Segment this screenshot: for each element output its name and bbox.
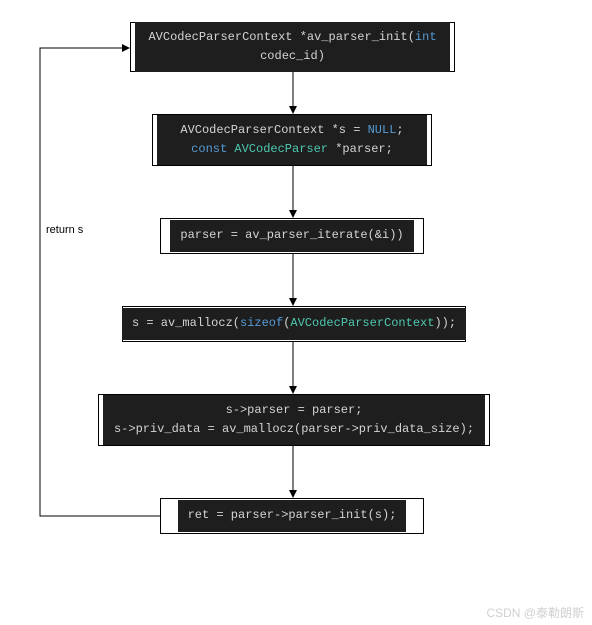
arrow-5-6 bbox=[287, 446, 299, 498]
node-code: s = av_mallocz(sizeof(AVCodecParserConte… bbox=[122, 308, 466, 339]
arrow-return-loop bbox=[30, 40, 166, 540]
node-code: AVCodecParserContext *av_parser_init(int… bbox=[135, 22, 450, 72]
code-text: AVCodecParserContext *av_parser_init( bbox=[148, 30, 414, 44]
type-avcodecparser: AVCodecParser bbox=[234, 142, 328, 156]
code-text: parser = av_parser_iterate(&i)) bbox=[180, 228, 403, 242]
watermark: CSDN @泰勒朗斯 bbox=[486, 604, 584, 621]
arrow-4-5 bbox=[287, 342, 299, 394]
node-parser-assign: s->parser = parser; s->priv_data = av_ma… bbox=[98, 394, 490, 446]
code-text: AVCodecParserContext *s = bbox=[180, 123, 367, 137]
code-text: )); bbox=[434, 316, 456, 330]
node-code: s->parser = parser; s->priv_data = av_ma… bbox=[103, 395, 485, 445]
type-avcodecparsercontext: AVCodecParserContext bbox=[290, 316, 434, 330]
arrow-3-4 bbox=[287, 254, 299, 306]
code-text: s->parser = parser; bbox=[226, 403, 363, 417]
node-code: parser = av_parser_iterate(&i)) bbox=[170, 220, 413, 251]
code-text: s = av_mallocz( bbox=[132, 316, 240, 330]
node-av-mallocz: s = av_mallocz(sizeof(AVCodecParserConte… bbox=[122, 306, 466, 342]
node-code: AVCodecParserContext *s = NULL; const AV… bbox=[157, 115, 427, 165]
node-context-decl: AVCodecParserContext *s = NULL; const AV… bbox=[152, 114, 432, 166]
code-text: s->priv_data = av_mallocz(parser->priv_d… bbox=[114, 422, 474, 436]
keyword-null: NULL bbox=[368, 123, 397, 137]
code-text: ; bbox=[396, 123, 403, 137]
node-parser-init-call: ret = parser->parser_init(s); bbox=[160, 498, 424, 534]
code-text: ret = parser->parser_init(s); bbox=[188, 508, 397, 522]
node-parser-iterate: parser = av_parser_iterate(&i)) bbox=[160, 218, 424, 254]
flowchart-canvas: AVCodecParserContext *av_parser_init(int… bbox=[0, 0, 592, 625]
keyword-sizeof: sizeof bbox=[240, 316, 283, 330]
node-code: ret = parser->parser_init(s); bbox=[178, 500, 407, 531]
arrow-1-2 bbox=[287, 72, 299, 114]
keyword-const: const bbox=[191, 142, 227, 156]
keyword-int: int bbox=[415, 30, 437, 44]
edge-label-return: return s bbox=[46, 224, 83, 236]
node-av-parser-init: AVCodecParserContext *av_parser_init(int… bbox=[130, 22, 455, 72]
code-text: codec_id) bbox=[260, 49, 325, 63]
arrow-2-3 bbox=[287, 166, 299, 218]
code-text: *parser; bbox=[328, 142, 393, 156]
